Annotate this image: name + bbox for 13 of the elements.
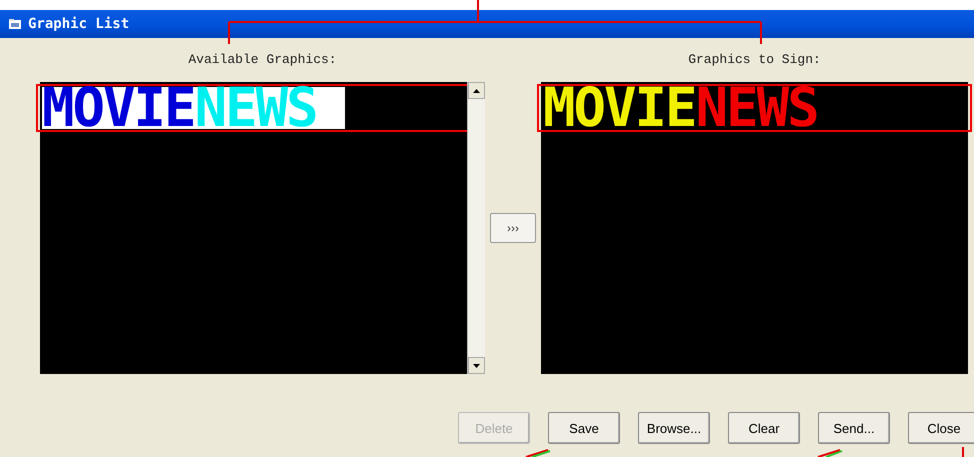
graphic-text[interactable]: MOVIENEWS [42, 87, 345, 129]
window-icon [8, 18, 22, 30]
available-graphics-label: Available Graphics: [188, 52, 337, 68]
dialog-button[interactable]: Browse... [638, 412, 710, 444]
dialog-button[interactable]: Close [908, 412, 974, 444]
add-button[interactable]: ››› [490, 213, 536, 243]
graphics-to-sign-label: Graphics to Sign: [688, 52, 821, 68]
dialog-button[interactable]: Clear [728, 412, 800, 444]
dialog-button[interactable]: Send... [818, 412, 890, 444]
dialog-button[interactable]: Save [548, 412, 620, 444]
scroll-up-icon[interactable] [473, 88, 480, 92]
window-title: Graphic List [28, 16, 130, 32]
scroll-down-icon[interactable] [473, 364, 480, 368]
